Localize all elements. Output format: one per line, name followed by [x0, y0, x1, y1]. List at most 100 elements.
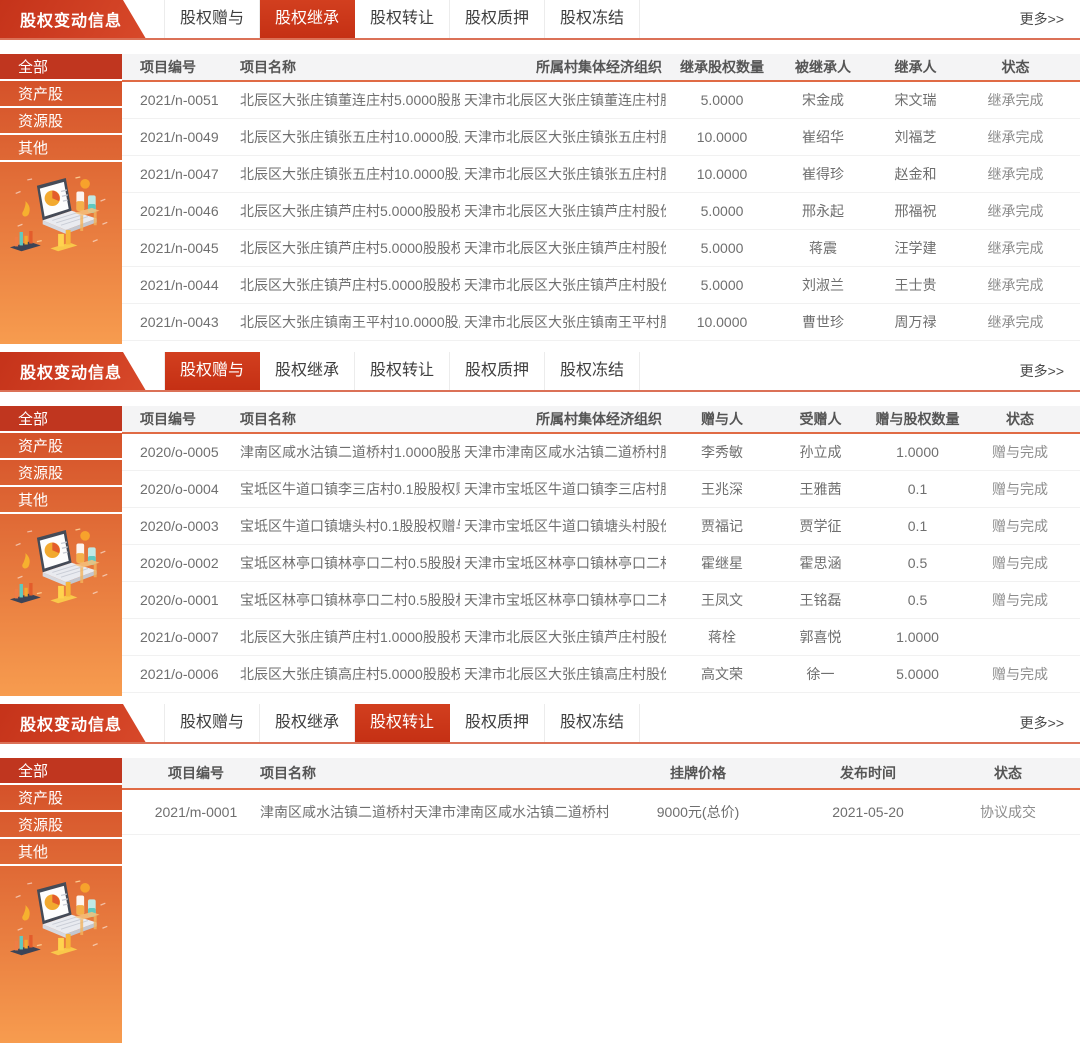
- sidebar-item-全部[interactable]: 全部: [0, 406, 122, 433]
- table-cell: 徐一: [778, 664, 863, 684]
- tab-股权转让[interactable]: 股权转让: [355, 0, 450, 38]
- table-row[interactable]: 2021/n-0047北辰区大张庄镇张五庄村10.0000股股权继...天津市北…: [122, 156, 1080, 193]
- tab-股权继承[interactable]: 股权继承: [260, 0, 355, 38]
- sidebar-item-资源股[interactable]: 资源股: [0, 108, 122, 135]
- column-header: 状态: [972, 409, 1068, 429]
- table-cell: 赠与完成: [972, 664, 1068, 684]
- category-sidebar: 全部资产股资源股其他: [0, 758, 122, 1043]
- table-cell: 继承完成: [963, 275, 1068, 295]
- table-cell: 0.5: [863, 592, 972, 608]
- bar-chart-icon: [10, 231, 41, 251]
- table-cell: 王士贵: [868, 275, 963, 295]
- table-row[interactable]: 2020/o-0005津南区咸水沽镇二道桥村1.0000股股权赠...天津市津南…: [122, 434, 1080, 471]
- section-content: 全部资产股资源股其他: [0, 758, 1080, 1043]
- tab-股权赠与[interactable]: 股权赠与: [165, 704, 260, 742]
- table-row[interactable]: 2021/o-0007北辰区大张庄镇芦庄村1.0000股股权赠与...天津市北辰…: [122, 619, 1080, 656]
- tab-股权转让[interactable]: 股权转让: [355, 352, 450, 390]
- table-row[interactable]: 2021/m-0001津南区咸水沽镇二道桥村天津市津南区咸水沽镇二道桥村股份经.…: [122, 790, 1080, 835]
- table-body: 2020/o-0005津南区咸水沽镇二道桥村1.0000股股权赠...天津市津南…: [122, 434, 1080, 693]
- table-cell: 2020/o-0004: [136, 481, 236, 497]
- table-cell: 0.1: [863, 481, 972, 497]
- table-cell: 天津市北辰区大张庄镇芦庄村股份...: [460, 627, 666, 647]
- table-row[interactable]: 2021/n-0051北辰区大张庄镇董连庄村5.0000股股权继...天津市北辰…: [122, 82, 1080, 119]
- column-header: 被继承人: [778, 57, 868, 77]
- tab-股权质押[interactable]: 股权质押: [450, 704, 545, 742]
- column-header: 项目编号: [136, 409, 236, 429]
- table-cell: 1.0000: [863, 629, 972, 645]
- table-header: 项目编号项目名称所属村集体经济组织赠与人受赠人赠与股权数量状态: [122, 406, 1080, 434]
- more-link[interactable]: 更多>>: [1020, 9, 1064, 29]
- table-row[interactable]: 2021/n-0045北辰区大张庄镇芦庄村5.0000股股权继承...天津市北辰…: [122, 230, 1080, 267]
- table-cell: 10.0000: [666, 166, 778, 182]
- section-title: 股权变动信息: [0, 711, 122, 735]
- more-link[interactable]: 更多>>: [1020, 713, 1064, 733]
- sidebar-item-资产股[interactable]: 资产股: [0, 785, 122, 812]
- table-cell: 天津市北辰区大张庄镇张五庄村股...: [460, 164, 666, 184]
- tab-bar: 股权变动信息 股权赠与股权继承股权转让股权质押股权冻结 更多>>: [0, 704, 1080, 744]
- sidebar-item-全部[interactable]: 全部: [0, 54, 122, 81]
- table-cell: 李秀敏: [666, 442, 778, 462]
- section-title-banner: 股权变动信息: [0, 0, 150, 38]
- tab-股权冻结[interactable]: 股权冻结: [545, 0, 640, 38]
- tab-股权质押[interactable]: 股权质押: [450, 352, 545, 390]
- table-row[interactable]: 2021/n-0043北辰区大张庄镇南王平村10.0000股股权继...天津市北…: [122, 304, 1080, 341]
- table-cell: 继承完成: [963, 90, 1068, 110]
- column-header: 赠与股权数量: [863, 409, 972, 429]
- table-body: 2021/m-0001津南区咸水沽镇二道桥村天津市津南区咸水沽镇二道桥村股份经.…: [122, 790, 1080, 835]
- section-content: 全部资产股资源股其他: [0, 54, 1080, 344]
- table-cell: 2020/o-0003: [136, 518, 236, 534]
- sidebar-item-其他[interactable]: 其他: [0, 135, 122, 162]
- sidebar-item-其他[interactable]: 其他: [0, 839, 122, 866]
- table-row[interactable]: 2020/o-0004宝坻区牛道口镇李三店村0.1股股权赠与项目天津市宝坻区牛道…: [122, 471, 1080, 508]
- table-cell: 北辰区大张庄镇董连庄村5.0000股股权继...: [236, 90, 460, 110]
- tab-股权赠与[interactable]: 股权赠与: [165, 0, 260, 38]
- table-row[interactable]: 2020/o-0001宝坻区林亭口镇林亭口二村0.5股股权赠与...天津市宝坻区…: [122, 582, 1080, 619]
- table-row[interactable]: 2020/o-0003宝坻区牛道口镇塘头村0.1股股权赠与项目天津市宝坻区牛道口…: [122, 508, 1080, 545]
- equity-change-page: 股权变动信息 股权赠与股权继承股权转让股权质押股权冻结 更多>> 全部资产股资源…: [0, 0, 1080, 1043]
- column-header: 项目名称: [236, 57, 460, 77]
- equity-section: 股权变动信息 股权赠与股权继承股权转让股权质押股权冻结 更多>> 全部资产股资源…: [0, 704, 1080, 1043]
- tab-股权冻结[interactable]: 股权冻结: [545, 352, 640, 390]
- table-cell: 2020/o-0001: [136, 592, 236, 608]
- sidebar-item-资源股[interactable]: 资源股: [0, 460, 122, 487]
- data-table: 项目编号项目名称所属村集体经济组织继承股权数量被继承人继承人状态 2021/n-…: [122, 54, 1080, 344]
- table-cell: 赠与完成: [972, 516, 1068, 536]
- table-cell: 继承完成: [963, 127, 1068, 147]
- tab-股权质押[interactable]: 股权质押: [450, 0, 545, 38]
- table-cell: 北辰区大张庄镇芦庄村5.0000股股权继承...: [236, 275, 460, 295]
- table-row[interactable]: 2021/n-0044北辰区大张庄镇芦庄村5.0000股股权继承...天津市北辰…: [122, 267, 1080, 304]
- sidebar-item-资产股[interactable]: 资产股: [0, 433, 122, 460]
- table-cell: 邢永起: [778, 201, 868, 221]
- tab-股权转让[interactable]: 股权转让: [355, 704, 450, 742]
- equity-section: 股权变动信息 股权赠与股权继承股权转让股权质押股权冻结 更多>> 全部资产股资源…: [0, 0, 1080, 344]
- table-cell: 汪学建: [868, 238, 963, 258]
- table-cell: 赠与完成: [972, 442, 1068, 462]
- sidebar-item-全部[interactable]: 全部: [0, 758, 122, 785]
- table-row[interactable]: 2021/n-0046北辰区大张庄镇芦庄村5.0000股股权继承...天津市北辰…: [122, 193, 1080, 230]
- table-cell: 津南区咸水沽镇二道桥村1.0000股股权赠...: [236, 442, 460, 462]
- tabs: 股权赠与股权继承股权转让股权质押股权冻结: [164, 0, 640, 38]
- tab-股权继承[interactable]: 股权继承: [260, 352, 355, 390]
- section-title: 股权变动信息: [0, 7, 122, 31]
- tabs: 股权赠与股权继承股权转让股权质押股权冻结: [164, 352, 640, 390]
- table-cell: 刘淑兰: [778, 275, 868, 295]
- table-cell: 继承完成: [963, 312, 1068, 332]
- table-row[interactable]: 2021/o-0006北辰区大张庄镇高庄村5.0000股股权赠与...天津市北辰…: [122, 656, 1080, 693]
- tab-股权赠与[interactable]: 股权赠与: [165, 352, 260, 390]
- table-cell: 北辰区大张庄镇张五庄村10.0000股股权继...: [236, 164, 460, 184]
- column-header: 项目名称: [256, 763, 608, 783]
- more-link[interactable]: 更多>>: [1020, 361, 1064, 381]
- sidebar-item-资源股[interactable]: 资源股: [0, 812, 122, 839]
- table-cell: 宝坻区林亭口镇林亭口二村0.5股股权赠与...: [236, 553, 460, 573]
- tab-股权继承[interactable]: 股权继承: [260, 704, 355, 742]
- table-cell: 10.0000: [666, 314, 778, 330]
- sidebar-item-资产股[interactable]: 资产股: [0, 81, 122, 108]
- table-row[interactable]: 2021/n-0049北辰区大张庄镇张五庄村10.0000股股权继...天津市北…: [122, 119, 1080, 156]
- sidebar-item-其他[interactable]: 其他: [0, 487, 122, 514]
- table-cell: 0.1: [863, 518, 972, 534]
- table-cell: 2021/n-0051: [136, 92, 236, 108]
- table-row[interactable]: 2020/o-0002宝坻区林亭口镇林亭口二村0.5股股权赠与...天津市宝坻区…: [122, 545, 1080, 582]
- tab-股权冻结[interactable]: 股权冻结: [545, 704, 640, 742]
- table-cell: 2021/o-0006: [136, 666, 236, 682]
- sidebar-items: 全部资产股资源股其他: [0, 758, 122, 866]
